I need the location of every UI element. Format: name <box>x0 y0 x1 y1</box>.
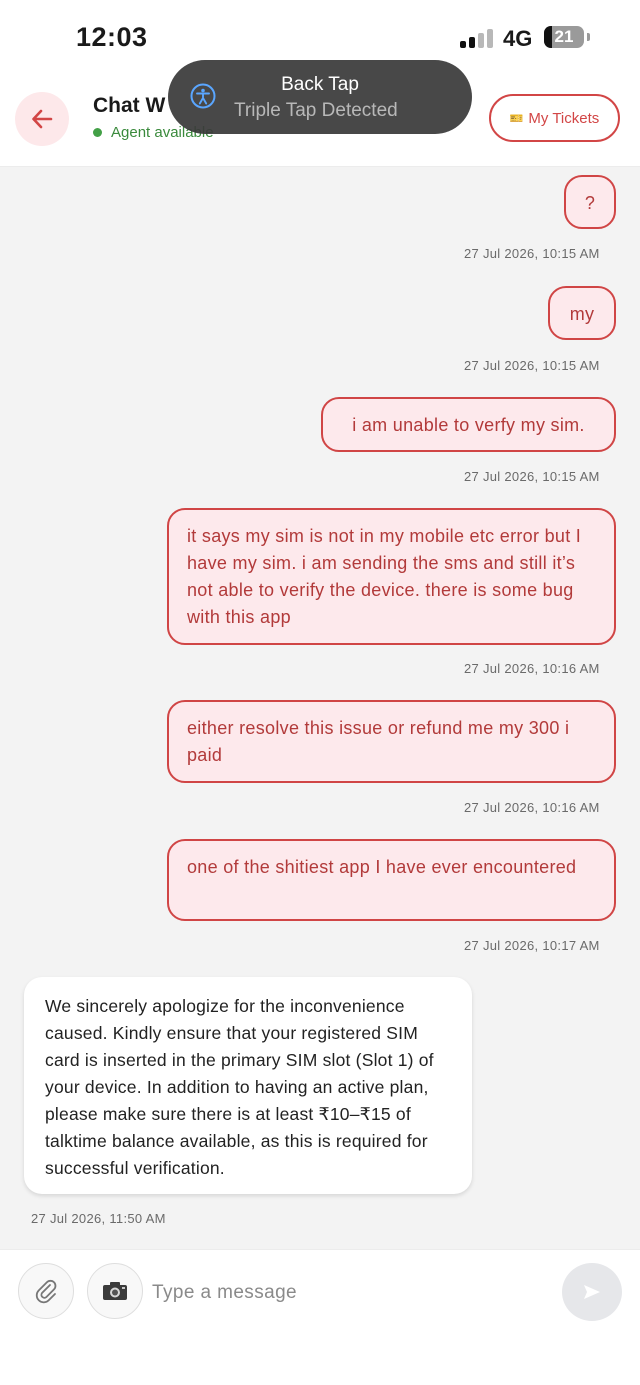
user-message: i am unable to verfy my sim. <box>321 397 616 452</box>
message-timestamp: 27 Jul 2026, 10:15 AM <box>464 246 600 261</box>
signal-icon <box>460 28 494 48</box>
send-icon <box>584 1285 600 1299</box>
send-button[interactable] <box>562 1263 622 1321</box>
user-message: it says my sim is not in my mobile etc e… <box>167 508 616 645</box>
message-timestamp: 27 Jul 2026, 10:16 AM <box>464 800 600 815</box>
ticket-icon: 🎫 <box>509 112 524 125</box>
message-composer <box>0 1249 640 1385</box>
my-tickets-label: My Tickets <box>528 109 600 127</box>
status-time: 12:03 <box>76 22 148 52</box>
message-timestamp: 27 Jul 2026, 10:15 AM <box>464 469 600 484</box>
user-message: one of the shitiest app I have ever enco… <box>167 839 616 921</box>
message-timestamp: 27 Jul 2026, 10:15 AM <box>464 358 600 373</box>
user-message: ? <box>564 175 616 229</box>
message-timestamp: 27 Jul 2026, 10:16 AM <box>464 661 600 676</box>
paperclip-icon <box>35 1279 57 1304</box>
attach-button[interactable] <box>18 1263 74 1319</box>
message-timestamp: 27 Jul 2026, 10:17 AM <box>464 938 600 953</box>
network-label: 4G <box>503 26 533 51</box>
back-button[interactable] <box>15 92 69 146</box>
back-tap-toast: Back Tap Triple Tap Detected <box>168 60 472 134</box>
my-tickets-button[interactable]: 🎫 My Tickets <box>489 94 620 142</box>
camera-icon <box>103 1282 127 1300</box>
battery-level: 21 <box>554 27 574 46</box>
camera-button[interactable] <box>87 1263 143 1319</box>
user-message: my <box>548 286 616 340</box>
message-timestamp: 27 Jul 2026, 11:50 AM <box>31 1211 166 1226</box>
message-input[interactable] <box>150 1268 554 1318</box>
battery-tip <box>587 33 590 41</box>
user-message: either resolve this issue or refund me m… <box>167 700 616 783</box>
toast-subtitle: Triple Tap Detected <box>234 100 398 121</box>
online-dot-icon <box>93 128 102 137</box>
toast-title: Back Tap <box>281 74 359 95</box>
battery-icon: 21 <box>544 26 584 48</box>
page-title: Chat W <box>93 94 166 117</box>
arrow-left-icon <box>32 109 53 129</box>
agent-message: We sincerely apologize for the inconveni… <box>24 977 472 1194</box>
